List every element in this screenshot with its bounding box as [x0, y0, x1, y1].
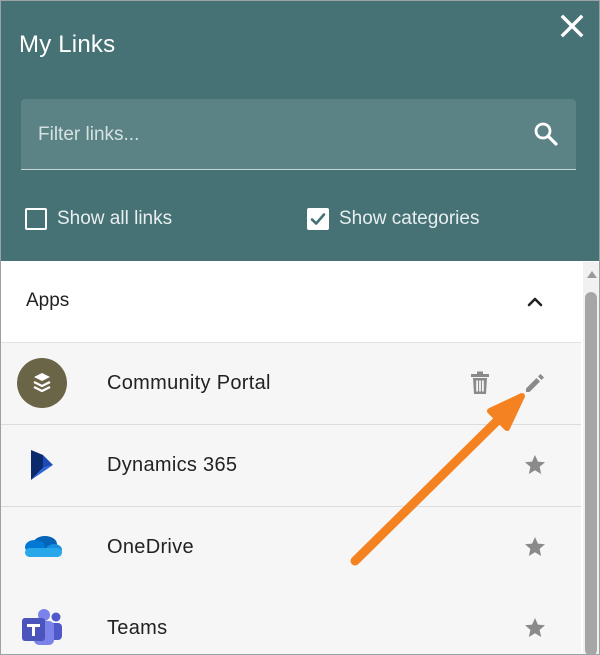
close-icon[interactable] — [559, 13, 585, 39]
link-name: Teams — [107, 617, 168, 639]
category-apps-header[interactable]: Apps — [1, 262, 581, 343]
show-all-links-label: Show all links — [57, 208, 173, 229]
scroll-up-arrow-icon[interactable] — [587, 271, 597, 278]
category-label: Apps — [26, 290, 70, 311]
link-name: Community Portal — [107, 372, 271, 394]
show-categories-option[interactable]: Show categories — [307, 206, 479, 232]
dynamics-365-icon — [17, 440, 67, 490]
panel-title: My Links — [19, 31, 116, 58]
teams-icon — [17, 603, 67, 653]
pencil-icon[interactable] — [523, 371, 547, 395]
link-name: Dynamics 365 — [107, 454, 238, 476]
scrollbar-thumb[interactable] — [585, 292, 597, 654]
star-icon[interactable] — [523, 616, 547, 640]
scrollbar[interactable] — [583, 262, 599, 654]
links-list: Apps Community Portal Dynamics 365 OneDr… — [1, 262, 581, 654]
onedrive-cloud-icon — [17, 522, 67, 572]
layers-icon — [17, 358, 67, 408]
search-box — [21, 99, 576, 171]
star-icon[interactable] — [523, 535, 547, 559]
show-categories-label: Show categories — [339, 208, 480, 229]
my-links-panel: My Links Show all links — [0, 0, 600, 655]
show-categories-checkbox[interactable] — [307, 208, 329, 230]
link-name: OneDrive — [107, 536, 194, 558]
list-item-community-portal[interactable]: Community Portal — [1, 343, 581, 425]
trash-icon[interactable] — [469, 371, 491, 395]
list-item-dynamics-365[interactable]: Dynamics 365 — [1, 425, 581, 507]
panel-header: My Links Show all links — [1, 1, 599, 261]
list-item-onedrive[interactable]: OneDrive — [1, 507, 581, 589]
chevron-up-icon[interactable] — [525, 292, 545, 312]
filter-links-input[interactable] — [36, 99, 520, 171]
show-all-links-option[interactable]: Show all links — [25, 206, 172, 232]
show-all-links-checkbox[interactable] — [25, 208, 47, 230]
list-item-teams[interactable]: Teams — [1, 588, 581, 654]
search-icon[interactable] — [533, 121, 559, 147]
star-icon[interactable] — [523, 453, 547, 477]
